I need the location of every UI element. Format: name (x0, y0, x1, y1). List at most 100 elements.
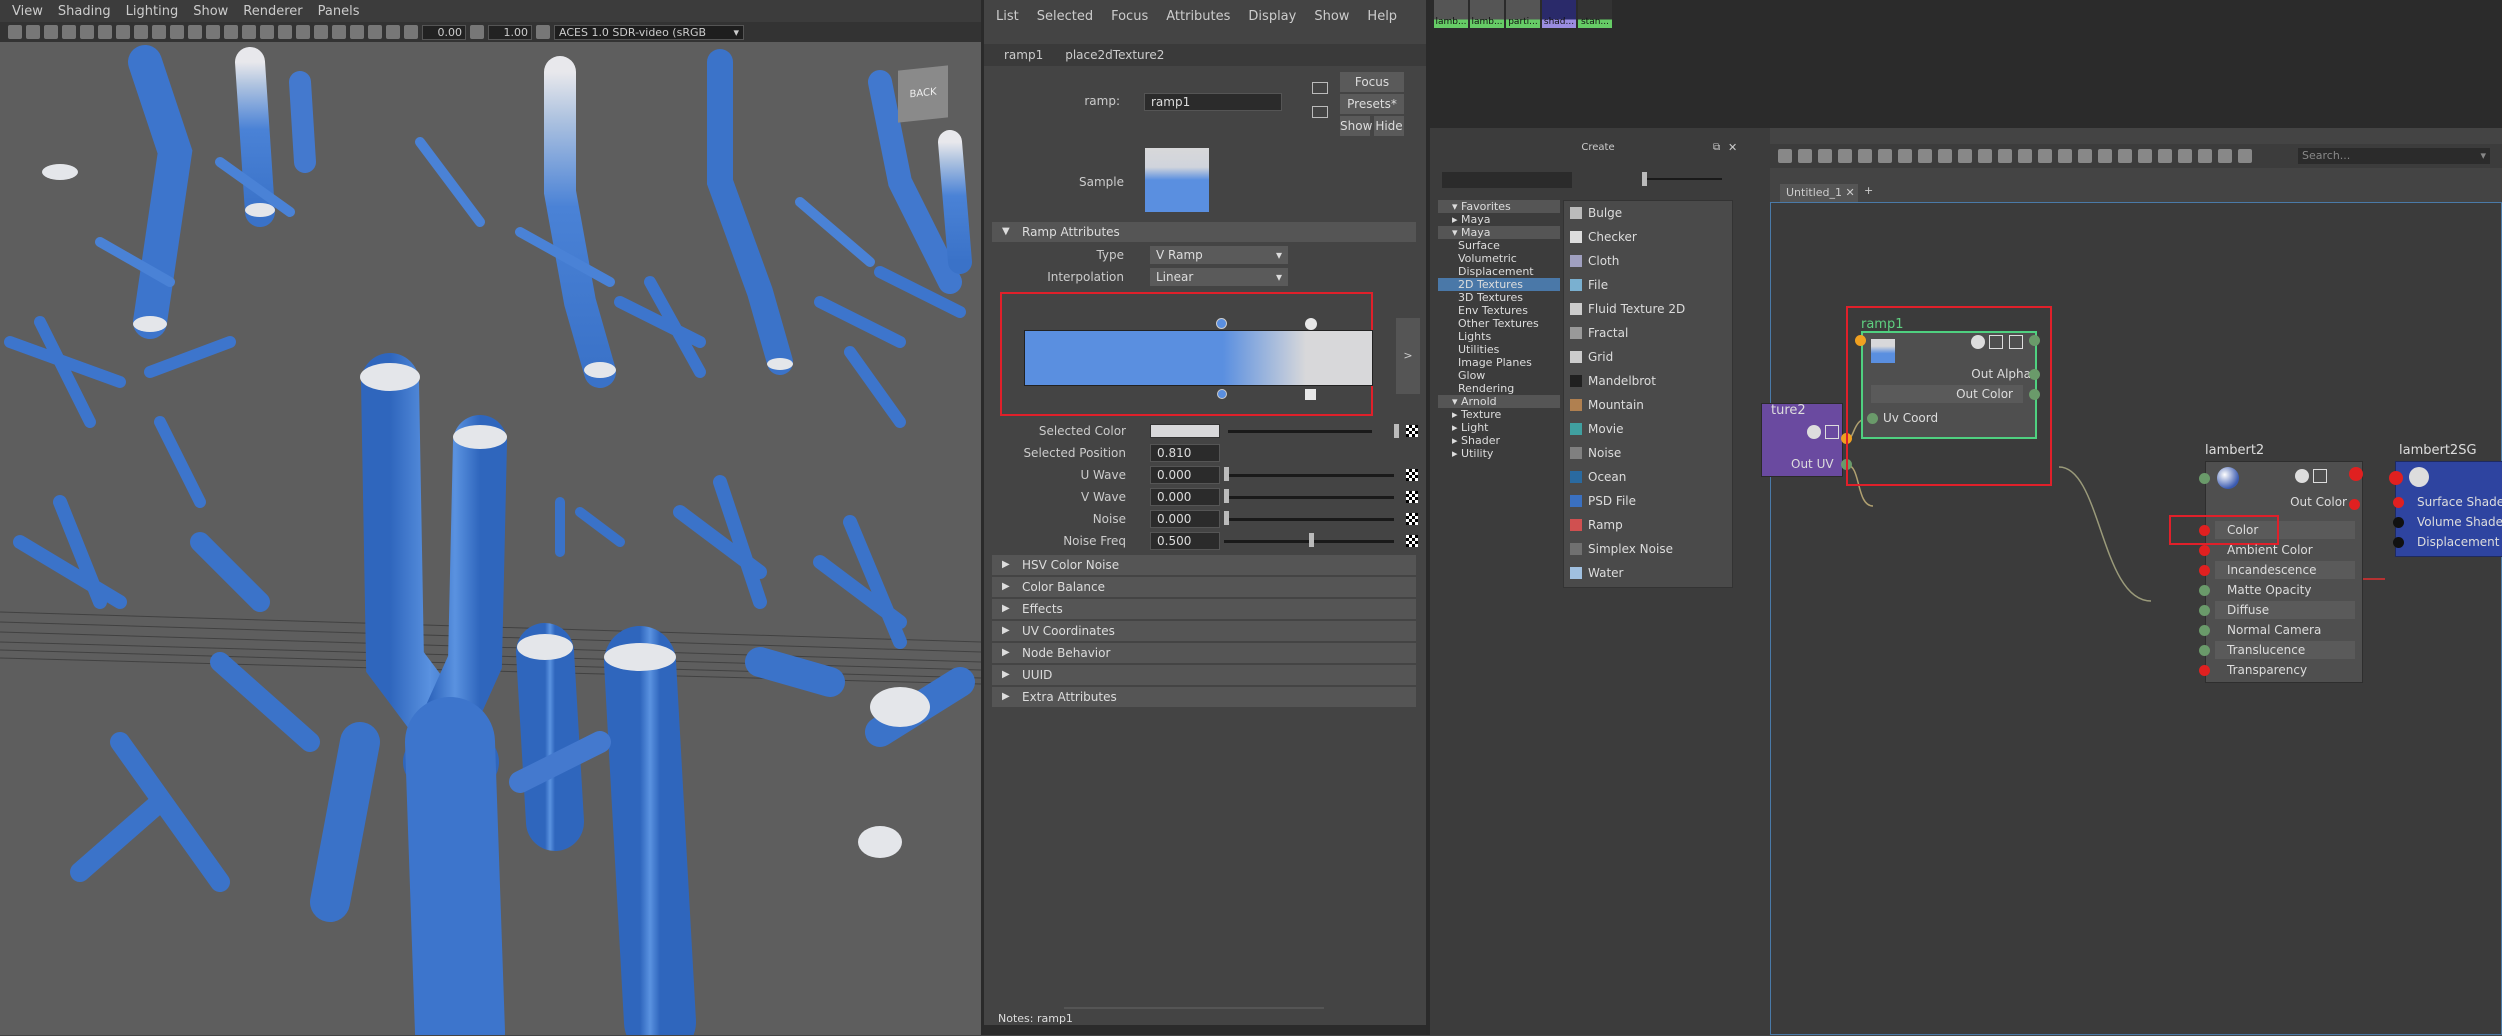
create-item-ocean[interactable]: Ocean (1564, 465, 1732, 489)
menu-help[interactable]: Help (1367, 9, 1397, 24)
input-transparency-port[interactable] (2199, 665, 2210, 676)
show-button[interactable]: Show (1340, 116, 1372, 136)
node-editor-tool-icon[interactable] (2058, 149, 2072, 163)
section-hsv-color-noise[interactable]: ▶ HSV Color Noise (992, 555, 1416, 575)
lambert-in-port[interactable] (2199, 473, 2210, 484)
noise-knob[interactable] (1224, 511, 1229, 525)
create-item-checker[interactable]: Checker (1564, 225, 1732, 249)
create-item-psd-file[interactable]: PSD File (1564, 489, 1732, 513)
node-editor-tool-icon[interactable] (2078, 149, 2092, 163)
safe-title-icon[interactable] (188, 25, 202, 39)
section-ramp-attributes[interactable]: ▼ Ramp Attributes (992, 222, 1416, 242)
lambert-out-port[interactable] (2349, 467, 2363, 481)
tree-maya[interactable]: ▾ Maya (1438, 226, 1560, 239)
tree-item[interactable]: ▸ Texture (1438, 408, 1560, 421)
out-alpha-port[interactable] (2029, 369, 2040, 380)
tree-item[interactable]: ▸ Utility (1438, 447, 1560, 460)
u-wave-slider[interactable] (1224, 474, 1394, 477)
xray-joints-icon[interactable] (386, 25, 400, 39)
graph-tab[interactable]: Untitled_1 ✕ (1780, 184, 1858, 202)
resolution-gate-icon[interactable] (116, 25, 130, 39)
tree-item[interactable]: Glow (1438, 369, 1560, 382)
field-chart-icon[interactable] (152, 25, 166, 39)
tree-item[interactable]: Rendering (1438, 382, 1560, 395)
ramp-name-field[interactable]: ramp1 (1144, 93, 1282, 111)
node-graph[interactable]: ture2 Out UV ramp1 Out Alpha Out Color U… (1761, 202, 2502, 1035)
copy-tab-icon[interactable] (1312, 106, 1328, 118)
menu-display[interactable]: Display (1248, 9, 1296, 24)
material-thumb[interactable]: parti... (1506, 0, 1540, 28)
node-swatch-icon[interactable] (1971, 335, 1985, 349)
create-item-noise[interactable]: Noise (1564, 441, 1732, 465)
u-wave-field[interactable]: 0.000 (1150, 466, 1220, 484)
create-item-mandelbrot[interactable]: Mandelbrot (1564, 369, 1732, 393)
textured-icon[interactable] (242, 25, 256, 39)
gamma-icon[interactable] (470, 25, 484, 39)
node-editor-tool-icon[interactable] (1838, 149, 1852, 163)
node-editor-tool-icon[interactable] (2118, 149, 2132, 163)
notes-field[interactable] (984, 1025, 1426, 1035)
menu-lighting[interactable]: Lighting (126, 4, 179, 19)
ramp-out-port[interactable] (2029, 335, 2040, 346)
tree-item[interactable]: Volumetric (1438, 252, 1560, 265)
xray-icon[interactable] (368, 25, 382, 39)
isolate-select-icon[interactable] (350, 25, 364, 39)
v-wave-knob[interactable] (1224, 489, 1229, 503)
create-search-field[interactable] (1442, 172, 1572, 188)
noise-slider[interactable] (1224, 518, 1394, 521)
focus-button[interactable]: Focus (1340, 72, 1404, 92)
ramp-color-handle-blue[interactable] (1216, 318, 1227, 329)
bookmark-icon[interactable] (44, 25, 58, 39)
notes-divider[interactable] (1064, 1007, 1324, 1009)
selected-position-field[interactable]: 0.810 (1150, 444, 1220, 462)
node-editor-tool-icon[interactable] (1938, 149, 1952, 163)
tree-favorites[interactable]: ▾ Favorites (1438, 200, 1560, 213)
color-management-icon[interactable] (536, 25, 550, 39)
ramp-color-handle-white[interactable] (1305, 318, 1317, 330)
safe-action-icon[interactable] (170, 25, 184, 39)
material-thumb[interactable]: stan... (1578, 0, 1612, 28)
ambient-occlusion-icon[interactable] (296, 25, 310, 39)
create-item-fractal[interactable]: Fractal (1564, 321, 1732, 345)
tree-item[interactable]: ▸ Maya (1438, 213, 1560, 226)
input-diffuse-port[interactable] (2199, 605, 2210, 616)
load-attributes-icon[interactable] (1312, 82, 1328, 94)
ramp-in-port[interactable] (1855, 335, 1866, 346)
grid-icon[interactable] (80, 25, 94, 39)
tab-ramp1[interactable]: ramp1 (1004, 48, 1043, 62)
ramp-delete-handle-blue[interactable] (1217, 389, 1227, 399)
node-editor-tool-icon[interactable] (2218, 149, 2232, 163)
node-editor-tool-icon[interactable] (1818, 149, 1832, 163)
map-button-icon[interactable] (1406, 535, 1418, 547)
ramp-delete-handle-white[interactable] (1305, 389, 1316, 400)
section-uv-coordinates[interactable]: ▶ UV Coordinates (992, 621, 1416, 641)
node-editor-tool-icon[interactable] (1858, 149, 1872, 163)
hide-button[interactable]: Hide (1374, 116, 1404, 136)
node-editor-tool-icon[interactable] (2038, 149, 2052, 163)
node-attr-icon[interactable] (2009, 335, 2023, 349)
lock-camera-icon[interactable] (26, 25, 40, 39)
gamma-field[interactable]: 1.00 (488, 24, 532, 40)
smooth-shade-icon[interactable] (224, 25, 238, 39)
node-editor-tool-icon[interactable] (1978, 149, 1992, 163)
input-volume-shader-port[interactable] (2393, 517, 2404, 528)
create-item-ramp[interactable]: Ramp (1564, 513, 1732, 537)
node-editor-tool-icon[interactable] (1998, 149, 2012, 163)
camera-icon[interactable] (8, 25, 22, 39)
node-editor-tool-icon[interactable] (1918, 149, 1932, 163)
ramp-gradient[interactable] (1024, 330, 1373, 386)
exposure-field[interactable]: 0.00 (422, 24, 466, 40)
node-editor-tool-icon[interactable] (1798, 149, 1812, 163)
sg-in-port[interactable] (2389, 471, 2403, 485)
tree-item[interactable]: Lights (1438, 330, 1560, 343)
add-tab-button[interactable]: + (1864, 184, 1873, 197)
noise-freq-field[interactable]: 0.500 (1150, 532, 1220, 550)
node-swatch-icon[interactable] (2295, 469, 2309, 483)
selected-color-swatch[interactable] (1150, 424, 1220, 438)
menu-list[interactable]: List (996, 9, 1019, 24)
tree-item[interactable]: Image Planes (1438, 356, 1560, 369)
selected-color-slider[interactable] (1228, 430, 1372, 433)
create-item-simplex-noise[interactable]: Simplex Noise (1564, 537, 1732, 561)
viewport-3d-scene[interactable] (0, 42, 981, 1035)
noise-field[interactable]: 0.000 (1150, 510, 1220, 528)
